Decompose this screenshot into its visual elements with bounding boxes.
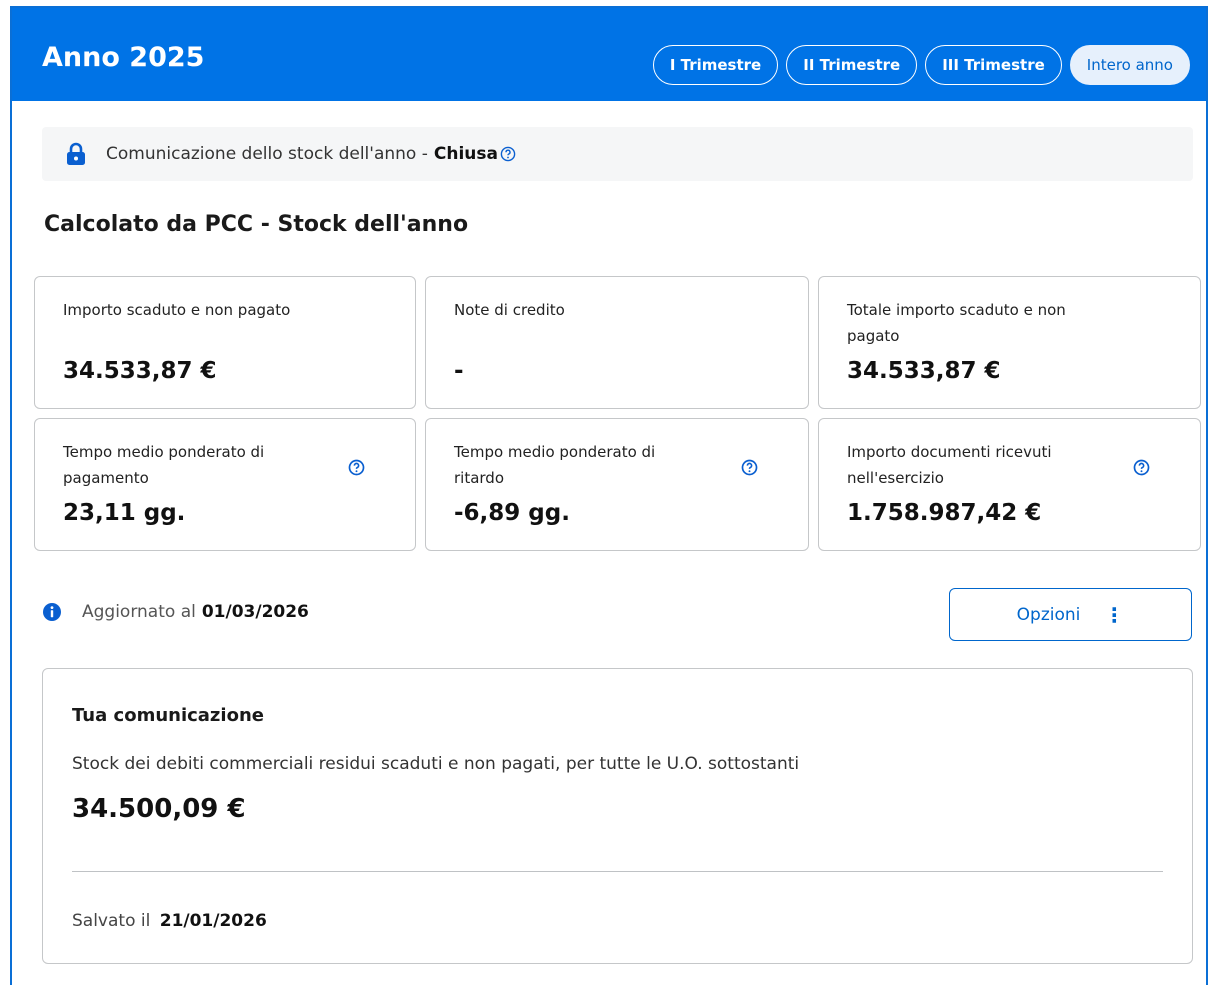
kpi-card: Totale importo scaduto e non pagato 34.5… bbox=[818, 276, 1201, 409]
kpi-label: Note di credito bbox=[454, 301, 565, 319]
kpi-label: Totale importo scaduto e non pagato bbox=[847, 301, 1066, 345]
communication-description: Stock dei debiti commerciali residui sca… bbox=[72, 754, 800, 774]
kpi-value: -6,89 gg. bbox=[454, 500, 570, 526]
help-icon[interactable] bbox=[348, 459, 365, 476]
kebab-icon: ⋮ bbox=[1104, 602, 1125, 627]
status-text: Comunicazione dello stock dell'anno - bbox=[106, 144, 428, 164]
kpi-label: Tempo medio ponderato di pagamento bbox=[63, 443, 265, 487]
help-icon[interactable] bbox=[1133, 459, 1150, 476]
kpi-card: Note di credito - bbox=[425, 276, 809, 409]
kpi-label: Tempo medio ponderato di ritardo bbox=[454, 443, 656, 487]
page-title: Anno 2025 bbox=[42, 42, 205, 73]
lock-icon bbox=[67, 142, 85, 165]
options-button[interactable]: Opzioni ⋮ bbox=[949, 588, 1192, 641]
kpi-cards: Importo scaduto e non pagato 34.533,87 €… bbox=[34, 276, 1201, 551]
kpi-label: Importo documenti ricevuti nell'esercizi… bbox=[847, 443, 1052, 487]
divider bbox=[72, 871, 1163, 872]
kpi-label: Importo scaduto e non pagato bbox=[63, 301, 291, 319]
communication-amount: 34.500,09 € bbox=[72, 794, 246, 824]
kpi-value: 1.758.987,42 € bbox=[847, 500, 1042, 526]
kpi-card: Importo documenti ricevuti nell'esercizi… bbox=[818, 418, 1201, 551]
year-header: Anno 2025 I Trimestre II Trimestre III T… bbox=[12, 8, 1206, 101]
help-icon[interactable] bbox=[741, 459, 758, 476]
tab-iii-trimestre[interactable]: III Trimestre bbox=[925, 45, 1062, 85]
saved-label: Salvato il bbox=[72, 911, 151, 931]
communication-title: Tua comunicazione bbox=[72, 705, 264, 726]
kpi-value: 34.533,87 € bbox=[63, 358, 217, 384]
kpi-card: Importo scaduto e non pagato 34.533,87 € bbox=[34, 276, 416, 409]
updated-date: 01/03/2026 bbox=[201, 602, 309, 622]
kpi-card: Tempo medio ponderato di ritardo -6,89 g… bbox=[425, 418, 809, 551]
kpi-value: 23,11 gg. bbox=[63, 500, 186, 526]
kpi-card: Tempo medio ponderato di pagamento 23,11… bbox=[34, 418, 416, 551]
saved-date: 21/01/2026 bbox=[159, 911, 267, 931]
communication-card: Tua comunicazione Stock dei debiti comme… bbox=[42, 668, 1193, 964]
period-tabs: I Trimestre II Trimestre III Trimestre I… bbox=[652, 45, 1190, 85]
updated-info: Aggiornato al 01/03/2026 bbox=[42, 602, 309, 622]
tab-i-trimestre[interactable]: I Trimestre bbox=[652, 45, 779, 85]
info-icon bbox=[43, 603, 61, 621]
help-icon[interactable] bbox=[500, 146, 516, 162]
kpi-value: - bbox=[454, 358, 464, 384]
tab-ii-trimestre[interactable]: II Trimestre bbox=[786, 45, 918, 85]
options-label: Opzioni bbox=[1016, 604, 1081, 625]
saved-info: Salvato il 21/01/2026 bbox=[72, 911, 267, 931]
updated-label: Aggiornato al bbox=[82, 602, 196, 622]
status-value: Chiusa bbox=[433, 144, 498, 164]
kpi-value: 34.533,87 € bbox=[847, 358, 1001, 384]
section-title: Calcolato da PCC - Stock dell'anno bbox=[44, 212, 469, 237]
tab-intero-anno[interactable]: Intero anno bbox=[1069, 45, 1190, 85]
stock-status-banner: Comunicazione dello stock dell'anno - Ch… bbox=[42, 127, 1193, 181]
